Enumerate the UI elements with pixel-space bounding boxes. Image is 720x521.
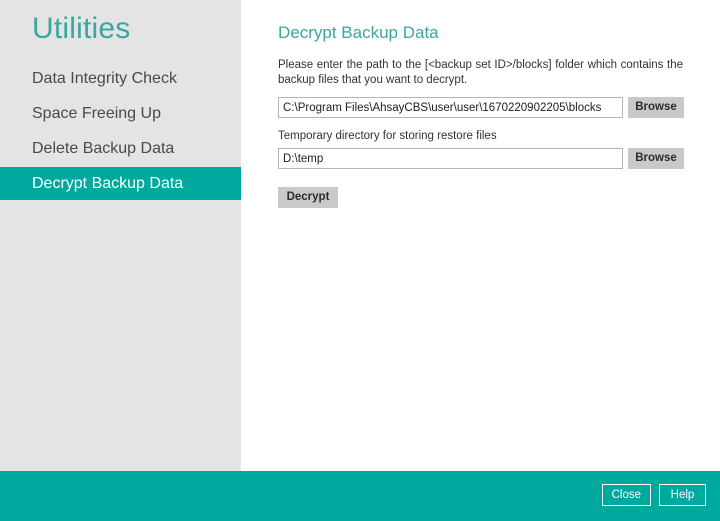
sidebar: Utilities Data Integrity Check Space Fre…	[0, 0, 241, 471]
footer-bar: Close Help	[0, 471, 720, 521]
blocks-folder-browse-button[interactable]: Browse	[628, 97, 684, 118]
content-inner: Decrypt Backup Data Please enter the pat…	[241, 0, 720, 208]
content-description: Please enter the path to the [<backup se…	[278, 58, 683, 88]
sidebar-item-label: Data Integrity Check	[32, 70, 177, 88]
sidebar-item-label: Decrypt Backup Data	[32, 175, 183, 193]
temp-directory-browse-button[interactable]: Browse	[628, 148, 684, 169]
sidebar-item-space-freeing-up[interactable]: Space Freeing Up	[0, 97, 241, 130]
sidebar-item-decrypt-backup-data[interactable]: Decrypt Backup Data	[0, 167, 241, 200]
page-title: Utilities	[0, 0, 241, 48]
decrypt-button[interactable]: Decrypt	[278, 187, 338, 208]
sidebar-item-delete-backup-data[interactable]: Delete Backup Data	[0, 132, 241, 165]
sidebar-nav: Data Integrity Check Space Freeing Up De…	[0, 62, 241, 200]
sidebar-item-data-integrity-check[interactable]: Data Integrity Check	[0, 62, 241, 95]
content-panel: Decrypt Backup Data Please enter the pat…	[241, 0, 720, 471]
blocks-folder-input[interactable]	[278, 97, 623, 118]
footer-actions: Close Help	[602, 484, 706, 506]
sidebar-item-label: Space Freeing Up	[32, 105, 161, 123]
temp-directory-row: Browse	[278, 148, 685, 169]
close-button[interactable]: Close	[602, 484, 651, 506]
utilities-window: Utilities Data Integrity Check Space Fre…	[0, 0, 720, 521]
content-title: Decrypt Backup Data	[278, 22, 685, 44]
blocks-folder-row: Browse	[278, 97, 685, 118]
sidebar-item-label: Delete Backup Data	[32, 140, 174, 158]
temp-directory-label: Temporary directory for storing restore …	[278, 129, 685, 143]
help-button[interactable]: Help	[659, 484, 706, 506]
temp-directory-input[interactable]	[278, 148, 623, 169]
